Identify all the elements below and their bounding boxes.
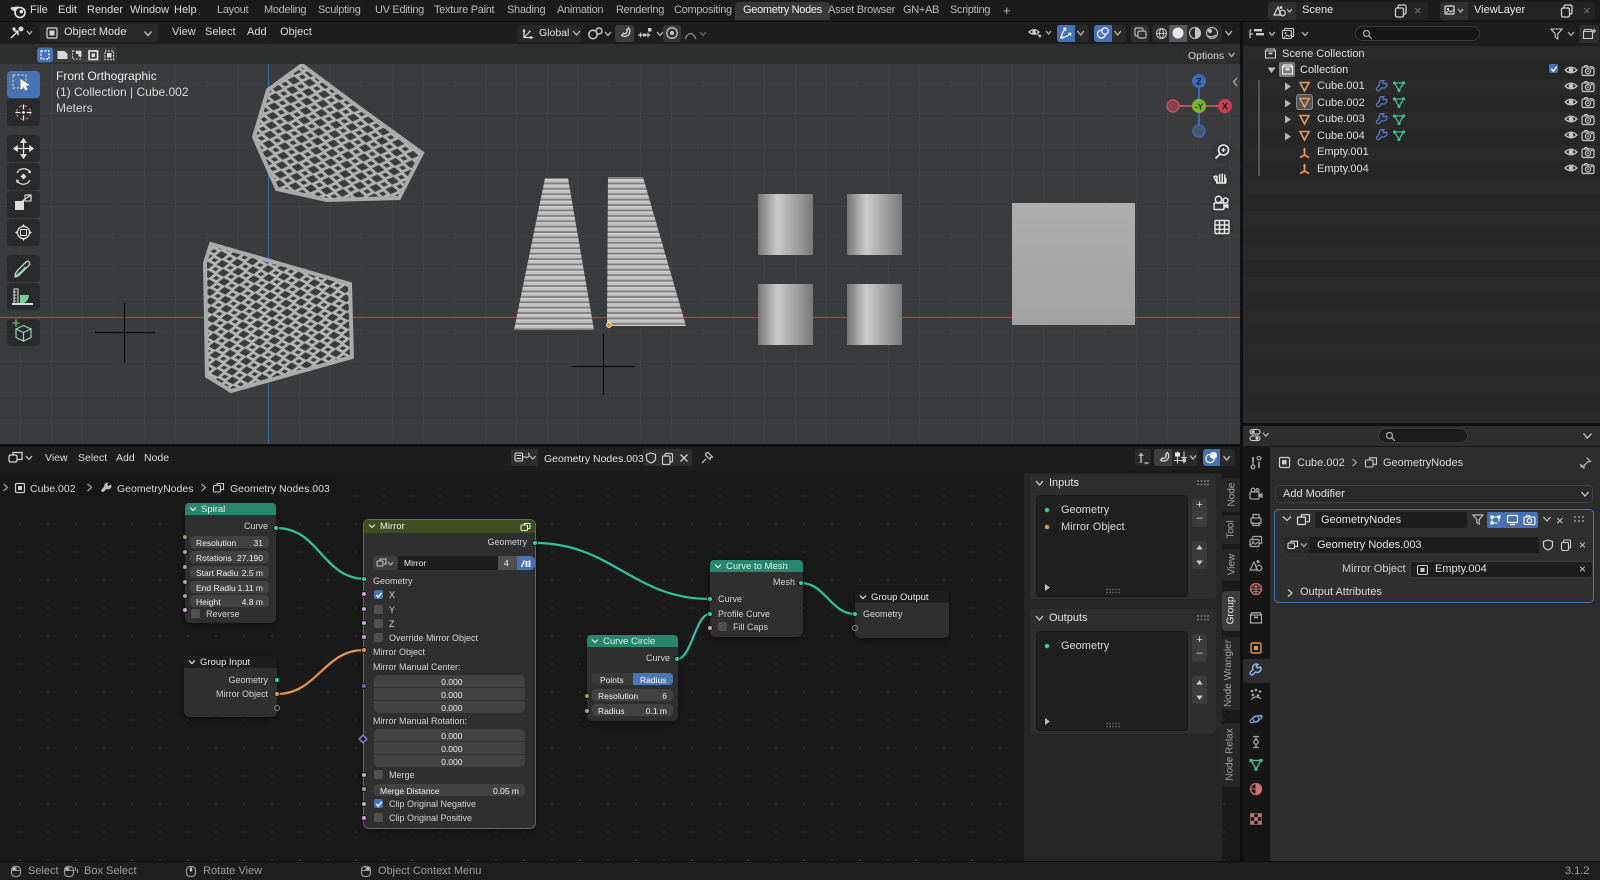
svg-text:(1) Collection | Cube.002: (1) Collection | Cube.002 [56, 85, 189, 99]
svg-text:-Y: -Y [1195, 102, 1204, 112]
svg-text:Meters: Meters [56, 101, 93, 115]
svg-text:Options: Options [1188, 50, 1224, 62]
svg-text:X: X [1222, 102, 1228, 112]
svg-text:Z: Z [1196, 77, 1202, 87]
svg-text:Front Orthographic: Front Orthographic [56, 69, 157, 83]
